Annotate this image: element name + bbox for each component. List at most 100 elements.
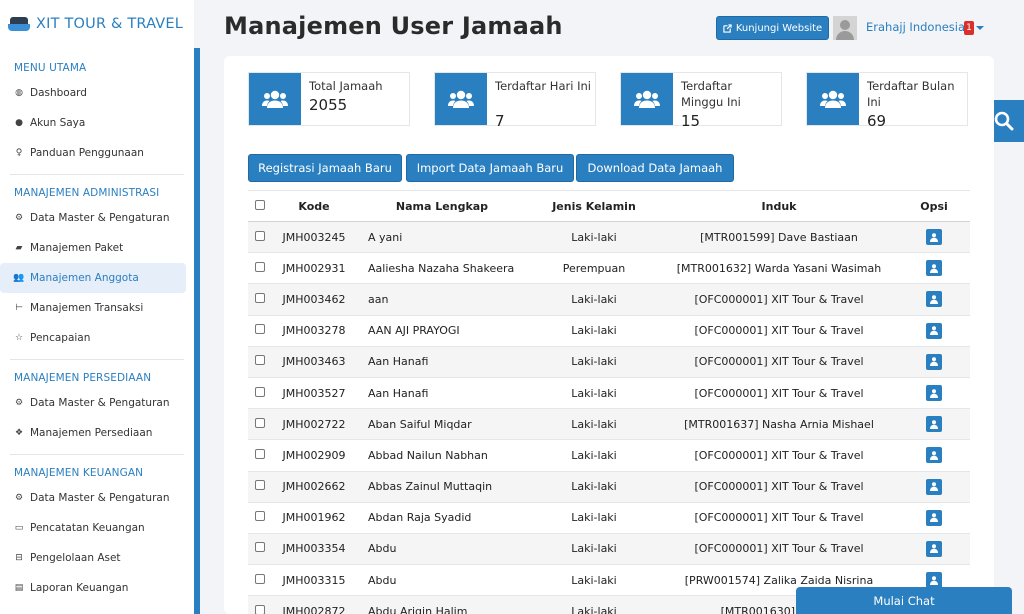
sidebar-item-label: Pencapaian	[30, 332, 91, 344]
register-jamaah-button[interactable]: Registrasi Jamaah Baru	[248, 154, 402, 182]
chevron-down-icon[interactable]	[976, 26, 984, 30]
user-icon	[930, 420, 938, 429]
user-icon	[930, 232, 938, 242]
user-detail-button[interactable]	[926, 385, 942, 402]
cell-nama: Aaliesha Nazaha Shakeera	[356, 252, 528, 285]
row-checkbox[interactable]	[255, 230, 265, 241]
avatar[interactable]	[833, 16, 857, 40]
sidebar-item-pencatatan-keuangan[interactable]: ▭ Pencatatan Keuangan	[0, 513, 186, 543]
import-jamaah-button[interactable]: Import Data Jamaah Baru	[406, 154, 574, 182]
user-detail-button[interactable]	[926, 229, 942, 246]
external-link-icon	[723, 23, 732, 33]
row-checkbox[interactable]	[255, 324, 265, 335]
table-row[interactable]: JMH001962 Abdan Raja Syadid Laki-laki [OFC0…	[248, 502, 970, 534]
user-icon	[930, 295, 938, 304]
user-icon	[930, 357, 938, 367]
sidebar-item-panduan-penggunaan[interactable]: ♀ Panduan Penggunaan	[0, 138, 186, 168]
sidebar-item-data-master-pengaturan[interactable]: ⚙ Data Master & Pengaturan	[0, 203, 186, 233]
user-icon	[930, 264, 938, 273]
table-row[interactable]: JMH003462 aan Laki-laki [OFC000001] XIT Tou…	[248, 283, 970, 316]
sidebar-item-data-master-pengaturan[interactable]: ⚙ Data Master & Pengaturan	[0, 388, 186, 418]
row-checkbox[interactable]	[255, 417, 265, 428]
cell-kode: JMH003315	[272, 564, 356, 597]
sidebar-item-manajemen-persediaan[interactable]: ❖ Manajemen Persediaan	[0, 418, 186, 448]
table-row[interactable]: JMH003278 AAN AJI PRAYOGI Laki-laki [OFC000…	[248, 315, 970, 347]
stat-label: Terdaftar Hari Ini	[495, 79, 591, 93]
sidebar-item-pencapaian[interactable]: ☆ Pencapaian	[0, 323, 186, 353]
user-detail-button[interactable]	[926, 322, 942, 339]
row-checkbox[interactable]	[255, 261, 265, 272]
stat-label: Terdaftar Bulan Ini	[867, 79, 955, 109]
user-name[interactable]: Erahajj Indonesia	[866, 20, 965, 34]
user-detail-button[interactable]	[926, 572, 942, 589]
select-all-checkbox[interactable]	[255, 199, 265, 210]
row-checkbox[interactable]	[255, 386, 265, 397]
user-detail-button[interactable]	[926, 353, 942, 370]
stat-card: Total Jamaah 2055	[248, 72, 410, 126]
user-icon	[930, 544, 938, 554]
user-detail-button[interactable]	[926, 509, 942, 526]
sidebar-item-data-master-pengaturan[interactable]: ⚙ Data Master & Pengaturan	[0, 483, 186, 513]
row-checkbox[interactable]	[255, 542, 265, 553]
sidebar-item-akun-saya[interactable]: ● Akun Saya	[0, 108, 186, 138]
cell-opsi	[898, 471, 970, 503]
table-row[interactable]: JMH002722 Aban Saiful Miqdar Laki-laki [MTR…	[248, 408, 970, 441]
sidebar-item-manajemen-paket[interactable]: ▰ Manajemen Paket	[0, 233, 186, 263]
user-detail-button[interactable]	[926, 260, 942, 277]
col-opsi: Opsi	[898, 190, 970, 222]
dashboard-icon: ◍	[15, 88, 23, 98]
sidebar-item-pengelolaan-aset[interactable]: ⊟ Pengelolaan Aset	[0, 543, 186, 573]
col-nama-lengkap[interactable]: Nama Lengkap	[356, 190, 528, 222]
row-checkbox[interactable]	[255, 573, 265, 584]
col-kode[interactable]: Kode	[272, 190, 356, 222]
brand-logo-icon	[8, 16, 30, 32]
col-induk[interactable]: Induk	[660, 190, 898, 222]
cell-induk: [MTR001632] Warda Yasani Wasimah	[660, 252, 898, 285]
cell-jenis-kelamin: Laki-laki	[528, 408, 660, 441]
sidebar-item-manajemen-transaksi[interactable]: ⊢ Manajemen Transaksi	[0, 293, 186, 323]
table-row[interactable]: JMH003463 Aan Hanafi Laki-laki [OFC000001] …	[248, 346, 970, 378]
row-checkbox[interactable]	[255, 511, 265, 522]
cell-kode: JMH001962	[272, 502, 356, 534]
col-jenis-kelamin[interactable]: Jenis Kelamin	[528, 190, 660, 222]
user-detail-button[interactable]	[926, 447, 942, 464]
sidebar-item-label: Manajemen Transaksi	[30, 302, 144, 314]
start-chat-button[interactable]: Mulai Chat	[796, 587, 1012, 614]
sidebar-item-manajemen-anggota[interactable]: 👥 Manajemen Anggota	[0, 263, 186, 293]
star-icon: ☆	[14, 333, 24, 343]
table-row[interactable]: JMH003527 Aan Hanafi Laki-laki [OFC000001] …	[248, 377, 970, 410]
cell-opsi	[898, 283, 970, 316]
user-detail-button[interactable]	[926, 478, 942, 495]
cubes-icon: ❖	[14, 428, 24, 438]
table-row[interactable]: JMH002931 Aaliesha Nazaha Shakeera Perempu…	[248, 252, 970, 285]
stat-card: Terdaftar Hari Ini 7	[434, 72, 596, 130]
sidebar: XIT TOUR & TRAVEL MENU UTAMA ◍ Dashboard ● A…	[0, 0, 194, 614]
user-icon	[930, 513, 938, 523]
brand[interactable]: XIT TOUR & TRAVEL	[0, 0, 194, 48]
row-checkbox[interactable]	[255, 604, 265, 614]
user-detail-button[interactable]	[926, 416, 942, 433]
row-checkbox[interactable]	[255, 480, 265, 491]
table-row[interactable]: JMH002909 Abbad Nailun Nabhan Laki-laki [OF…	[248, 439, 970, 472]
row-checkbox[interactable]	[255, 292, 265, 303]
row-checkbox[interactable]	[255, 448, 265, 459]
table-row[interactable]: JMH003354 Abdu Laki-laki [OFC000001] XIT To…	[248, 533, 970, 566]
download-jamaah-button[interactable]: Download Data Jamaah	[576, 154, 734, 182]
users-icon	[249, 73, 301, 125]
sidebar-item-dashboard[interactable]: ◍ Dashboard	[0, 78, 186, 108]
user-detail-button[interactable]	[926, 291, 942, 308]
sidebar-item-laporan-keuangan[interactable]: ▤ Laporan Keuangan	[0, 573, 186, 603]
cell-induk: [OFC000001] XIT Tour & Travel	[660, 533, 898, 566]
cell-kode: JMH002662	[272, 471, 356, 503]
row-checkbox[interactable]	[255, 355, 265, 366]
table-row[interactable]: JMH003245 A yani Laki-laki [MTR001599] Dave…	[248, 221, 970, 254]
cart-icon: ⊢	[15, 303, 23, 313]
stat-card: Terdaftar Bulan Ini 69	[806, 72, 968, 130]
cell-jenis-kelamin: Perempuan	[528, 252, 660, 285]
table-row[interactable]: JMH002662 Abbas Zainul Muttaqin Laki-laki[…	[248, 471, 970, 503]
cell-induk: [MTR001637] Nasha Arnia Mishael	[660, 408, 898, 441]
visit-website-button[interactable]: Kunjungi Website	[716, 16, 829, 40]
user-detail-button[interactable]	[926, 540, 942, 557]
cell-opsi	[898, 221, 970, 254]
notification-badge[interactable]: 1	[964, 21, 974, 35]
